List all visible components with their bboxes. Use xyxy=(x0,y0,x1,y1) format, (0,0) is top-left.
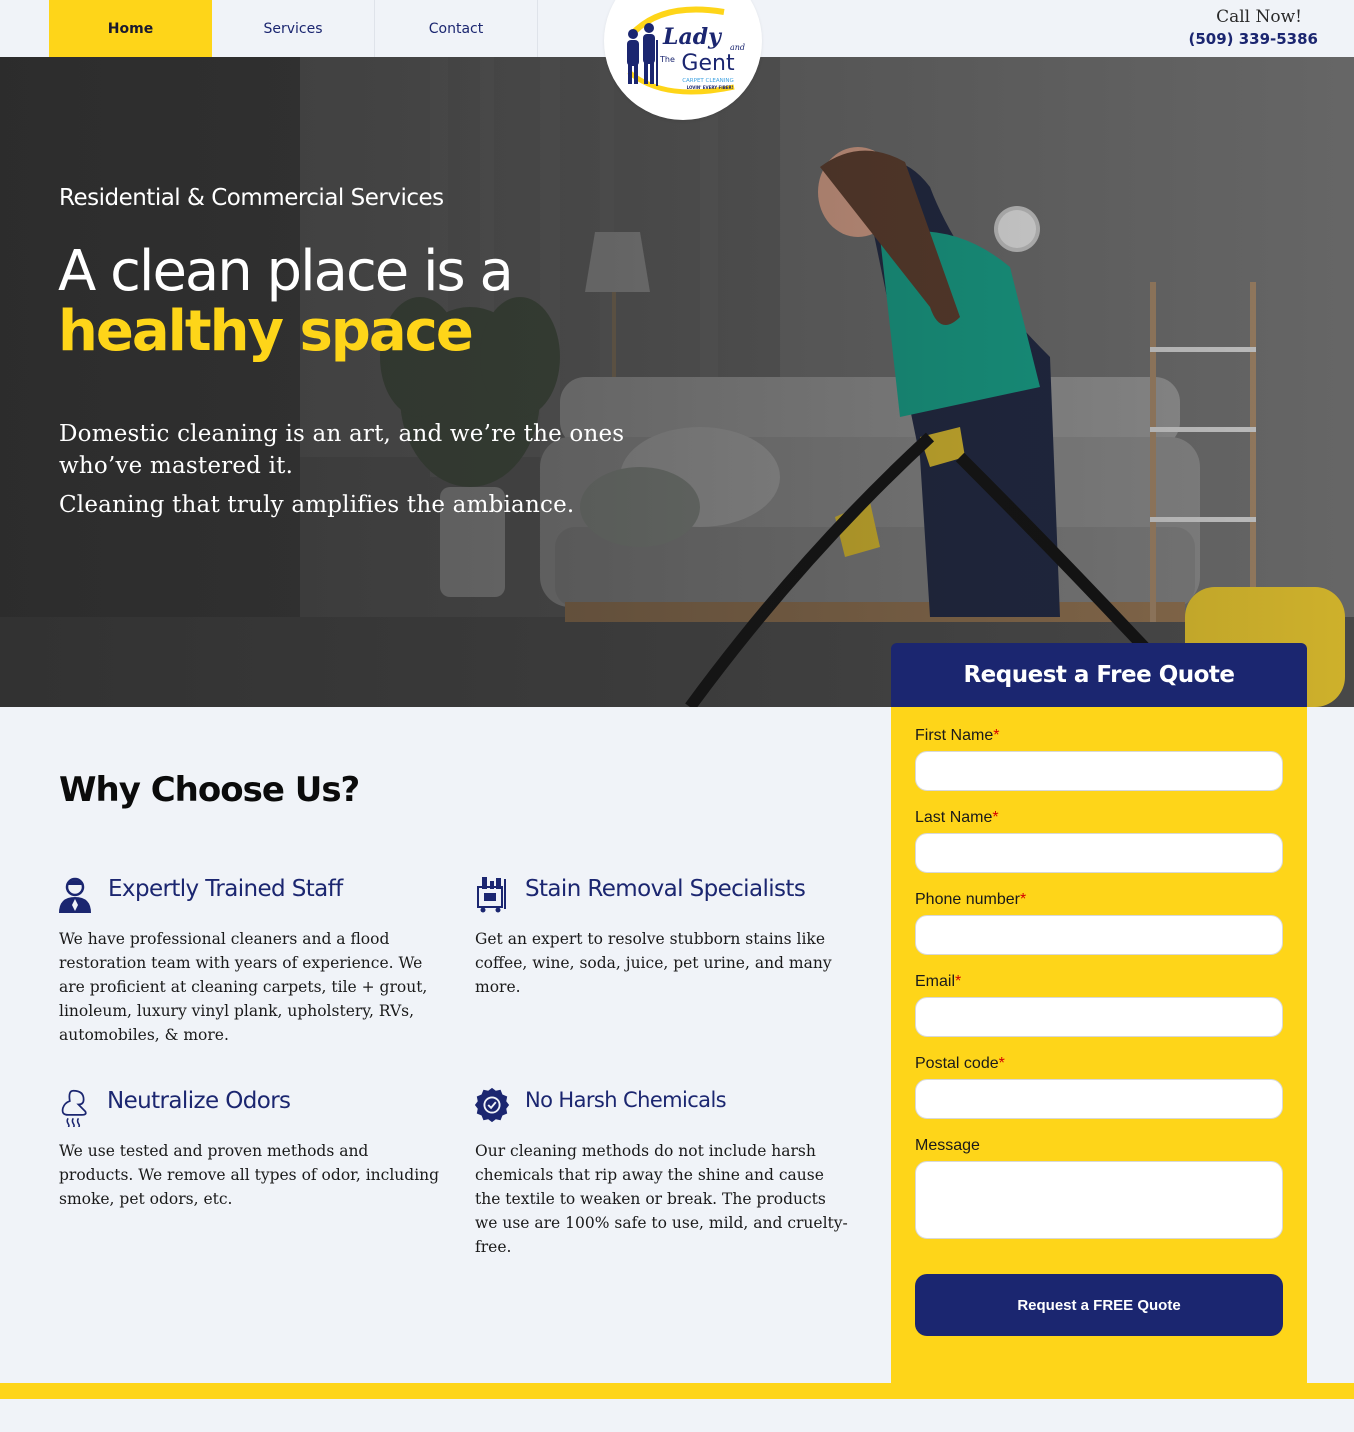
postal-code-field[interactable] xyxy=(915,1079,1283,1119)
logo-word-gent: Gent xyxy=(681,51,735,76)
last-name-label: Last Name* xyxy=(915,809,999,826)
nav-item-label: Home xyxy=(107,20,154,37)
message-label: Message xyxy=(915,1137,980,1154)
feature-title: Expertly Trained Staff xyxy=(108,876,343,902)
logo-word-the: The xyxy=(659,55,675,64)
staff-icon xyxy=(59,877,91,913)
quote-form: First Name* Last Name* Phone number* Ema… xyxy=(891,707,1307,1383)
logo-slogan: LOVIN' EVERY FIBER! xyxy=(687,85,734,90)
hero-description: Domestic cleaning is an art, and we’re t… xyxy=(59,421,625,479)
email-field[interactable] xyxy=(915,997,1283,1037)
nav-item-home[interactable]: Home xyxy=(49,0,212,57)
feature-title: No Harsh Chemicals xyxy=(525,1088,727,1112)
footer-divider-stripe xyxy=(0,1383,1354,1399)
feature-title: Stain Removal Specialists xyxy=(525,876,806,902)
last-name-field[interactable] xyxy=(915,833,1283,873)
phone-number-field[interactable] xyxy=(915,915,1283,955)
nose-odor-icon xyxy=(61,1089,87,1127)
email-label: Email* xyxy=(915,973,962,990)
feature-title: Neutralize Odors xyxy=(107,1088,291,1114)
nav-item-contact[interactable]: Contact xyxy=(375,0,538,57)
hero-title-line2: healthy space xyxy=(58,299,474,364)
badge-check-icon xyxy=(474,1087,510,1123)
quote-form-title: Request a Free Quote xyxy=(891,643,1307,707)
nav-item-label: Contact xyxy=(428,20,484,37)
logo-graphic: Lady and The Gent CARPET CLEANING LOVIN'… xyxy=(627,6,745,95)
hero-dark-overlay xyxy=(0,57,1354,707)
why-choose-us-title: Why Choose Us? xyxy=(59,770,360,810)
first-name-field[interactable] xyxy=(915,751,1283,791)
hero-title-line1: A clean place is a xyxy=(58,239,514,304)
call-now-label: Call Now! xyxy=(1216,7,1302,27)
feature-description: We have professional cleaners and a floo… xyxy=(59,930,428,1044)
cleaning-cart-icon xyxy=(477,877,506,913)
request-quote-submit-button[interactable]: Request a FREE Quote xyxy=(915,1274,1283,1336)
nav-item-label: Services xyxy=(263,20,323,37)
postal-code-label: Postal code* xyxy=(915,1055,1005,1072)
feature-description: Our cleaning methods do not include hars… xyxy=(475,1142,848,1256)
hero-eyebrow: Residential & Commercial Services xyxy=(59,185,444,211)
phone-number-label: Phone number* xyxy=(915,891,1027,908)
company-logo[interactable]: Lady and The Gent CARPET CLEANING LOVIN'… xyxy=(604,0,762,120)
feature-description: Get an expert to resolve stubborn stains… xyxy=(475,930,832,996)
first-name-label: First Name* xyxy=(915,727,1000,744)
logo-word-lady: Lady xyxy=(662,24,723,50)
feature-description: We use tested and proven methods and pro… xyxy=(59,1142,440,1208)
nav-item-services[interactable]: Services xyxy=(212,0,375,57)
hero-section: Residential & Commercial Services A clea… xyxy=(0,57,1354,707)
logo-tagline: CARPET CLEANING xyxy=(682,78,734,84)
hero-tagline: Cleaning that truly amplifies the ambian… xyxy=(59,492,575,518)
message-textarea[interactable] xyxy=(915,1161,1283,1239)
phone-number-link[interactable]: (509) 339-5386 xyxy=(1188,30,1318,48)
